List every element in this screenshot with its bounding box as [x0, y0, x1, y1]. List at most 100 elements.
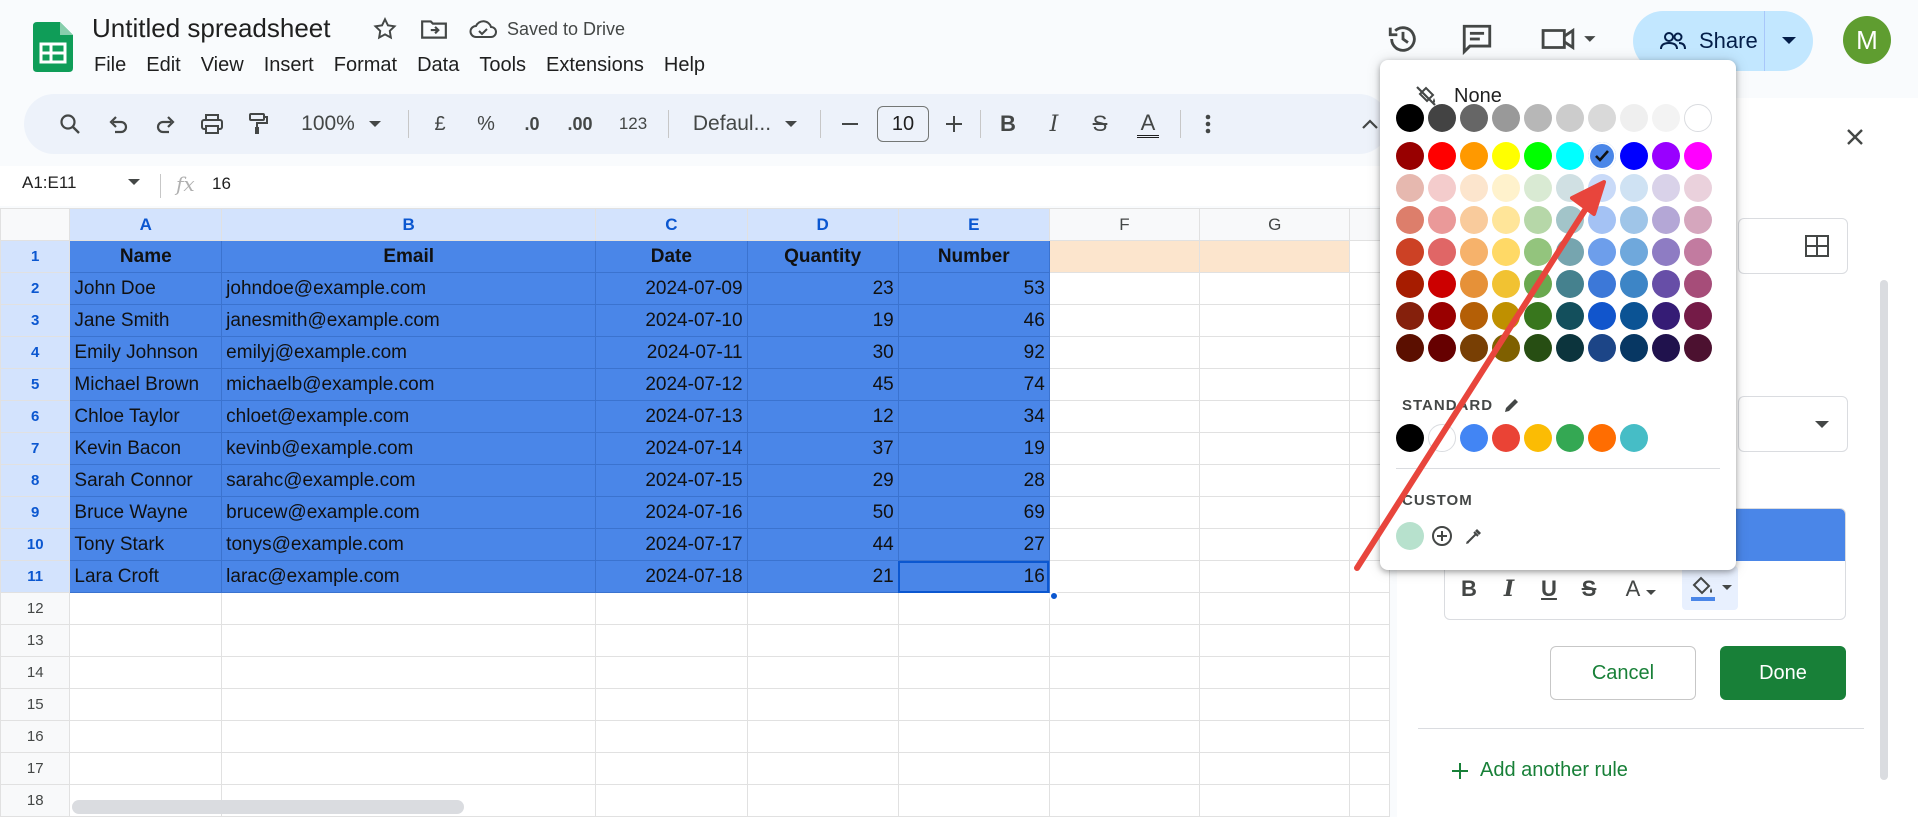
zoom-select[interactable]: 100% — [286, 94, 396, 154]
color-swatch[interactable] — [1524, 174, 1552, 202]
row-header[interactable]: 18 — [0, 784, 71, 817]
more-options-button[interactable] — [1190, 94, 1226, 154]
color-swatch[interactable] — [1524, 270, 1552, 298]
color-swatch[interactable] — [1556, 206, 1584, 234]
percent-format-button[interactable]: % — [468, 94, 504, 154]
row-header[interactable]: 5 — [0, 368, 71, 401]
color-swatch[interactable] — [1556, 270, 1584, 298]
grid-cell[interactable]: 16 — [897, 560, 1050, 593]
grid-cell[interactable]: 2024-07-12 — [595, 368, 748, 401]
row-header[interactable]: 3 — [0, 304, 71, 337]
color-swatch[interactable] — [1428, 174, 1456, 202]
grid-cell[interactable] — [1199, 656, 1351, 689]
color-swatch[interactable] — [1620, 270, 1648, 298]
row-header[interactable]: 7 — [0, 432, 71, 465]
grid-cell[interactable] — [1199, 592, 1351, 625]
color-swatch[interactable] — [1652, 238, 1680, 266]
grid-cell[interactable] — [897, 688, 1050, 721]
grid-cell[interactable]: Emily Johnson — [69, 336, 223, 369]
color-swatch[interactable] — [1620, 206, 1648, 234]
color-swatch[interactable] — [1492, 104, 1520, 132]
color-swatch[interactable] — [1556, 104, 1584, 132]
grid-cell[interactable]: janesmith@example.com — [221, 304, 597, 337]
grid-cell[interactable] — [1349, 752, 1390, 785]
cloud-saved-icon[interactable] — [468, 17, 498, 41]
color-swatch[interactable] — [1524, 424, 1552, 452]
color-swatch[interactable] — [1460, 104, 1488, 132]
grid-cell[interactable] — [1199, 624, 1351, 657]
grid-cell[interactable] — [1048, 592, 1201, 625]
grid-cell[interactable]: 37 — [746, 432, 899, 465]
grid-cell[interactable] — [1199, 240, 1351, 273]
color-swatch[interactable] — [1588, 174, 1616, 202]
grid-cell[interactable]: 2024-07-17 — [595, 528, 748, 561]
color-swatch[interactable] — [1428, 334, 1456, 362]
grid-cell[interactable] — [897, 592, 1050, 625]
grid-cell[interactable] — [1048, 432, 1201, 465]
color-swatch[interactable] — [1588, 238, 1616, 266]
grid-cell[interactable]: 23 — [746, 272, 899, 305]
color-swatch[interactable] — [1460, 270, 1488, 298]
grid-cell[interactable] — [1349, 656, 1390, 689]
color-swatch[interactable] — [1524, 334, 1552, 362]
menu-tools[interactable]: Tools — [469, 52, 536, 78]
grid-cell[interactable] — [595, 752, 748, 785]
color-swatch[interactable] — [1492, 206, 1520, 234]
row-header[interactable]: 15 — [0, 688, 71, 721]
grid-cell[interactable] — [1048, 496, 1201, 529]
select-all-corner[interactable] — [0, 208, 71, 241]
grid-cell[interactable] — [1048, 656, 1201, 689]
grid-cell[interactable] — [595, 784, 748, 817]
panel-scrollbar[interactable] — [1880, 280, 1888, 780]
color-swatch[interactable] — [1460, 424, 1488, 452]
color-swatch[interactable] — [1396, 522, 1424, 550]
search-menus-button[interactable] — [52, 94, 88, 154]
color-swatch[interactable] — [1556, 174, 1584, 202]
increase-font-size-button[interactable] — [936, 94, 972, 154]
grid-cell[interactable]: Name — [69, 240, 223, 273]
redo-button[interactable] — [148, 94, 184, 154]
grid-cell[interactable] — [1048, 688, 1201, 721]
color-swatch[interactable] — [1652, 270, 1680, 298]
color-swatch[interactable] — [1492, 302, 1520, 330]
grid-cell[interactable] — [1349, 592, 1390, 625]
color-swatch[interactable] — [1620, 174, 1648, 202]
horizontal-scrollbar[interactable] — [72, 800, 464, 814]
version-history-icon[interactable] — [1386, 22, 1420, 56]
grid-cell[interactable] — [595, 656, 748, 689]
grid-cell[interactable]: 45 — [746, 368, 899, 401]
color-swatch[interactable] — [1588, 334, 1616, 362]
grid-cell[interactable] — [221, 720, 597, 753]
currency-format-button[interactable]: £ — [422, 94, 458, 154]
menu-insert[interactable]: Insert — [254, 52, 324, 78]
color-swatch[interactable] — [1428, 238, 1456, 266]
grid-cell[interactable]: 27 — [897, 528, 1050, 561]
row-header[interactable]: 14 — [0, 656, 71, 689]
grid-cell[interactable] — [1048, 336, 1201, 369]
grid-cell[interactable] — [746, 752, 899, 785]
grid-cell[interactable]: emilyj@example.com — [221, 336, 597, 369]
italic-button[interactable]: I — [1036, 94, 1072, 154]
caret-down-icon[interactable] — [128, 179, 140, 186]
grid-cell[interactable] — [897, 784, 1050, 817]
grid-cell[interactable] — [1199, 560, 1351, 593]
range-field[interactable] — [1738, 218, 1848, 274]
color-swatch[interactable] — [1588, 142, 1616, 170]
color-swatch[interactable] — [1652, 142, 1680, 170]
sheets-logo-icon[interactable] — [33, 22, 73, 72]
color-swatch[interactable] — [1620, 424, 1648, 452]
menu-extensions[interactable]: Extensions — [536, 52, 654, 78]
grid-cell[interactable] — [1199, 752, 1351, 785]
grid-cell[interactable] — [1199, 496, 1351, 529]
color-swatch[interactable] — [1396, 270, 1424, 298]
color-swatch[interactable] — [1556, 142, 1584, 170]
grid-cell[interactable] — [69, 656, 223, 689]
color-swatch[interactable] — [1492, 424, 1520, 452]
color-swatch[interactable] — [1460, 334, 1488, 362]
color-swatch[interactable] — [1652, 174, 1680, 202]
grid-cell[interactable]: Quantity — [746, 240, 899, 273]
grid-cell[interactable]: 19 — [897, 432, 1050, 465]
color-swatch[interactable] — [1492, 334, 1520, 362]
column-header-a[interactable]: A — [69, 208, 223, 241]
color-swatch[interactable] — [1524, 142, 1552, 170]
